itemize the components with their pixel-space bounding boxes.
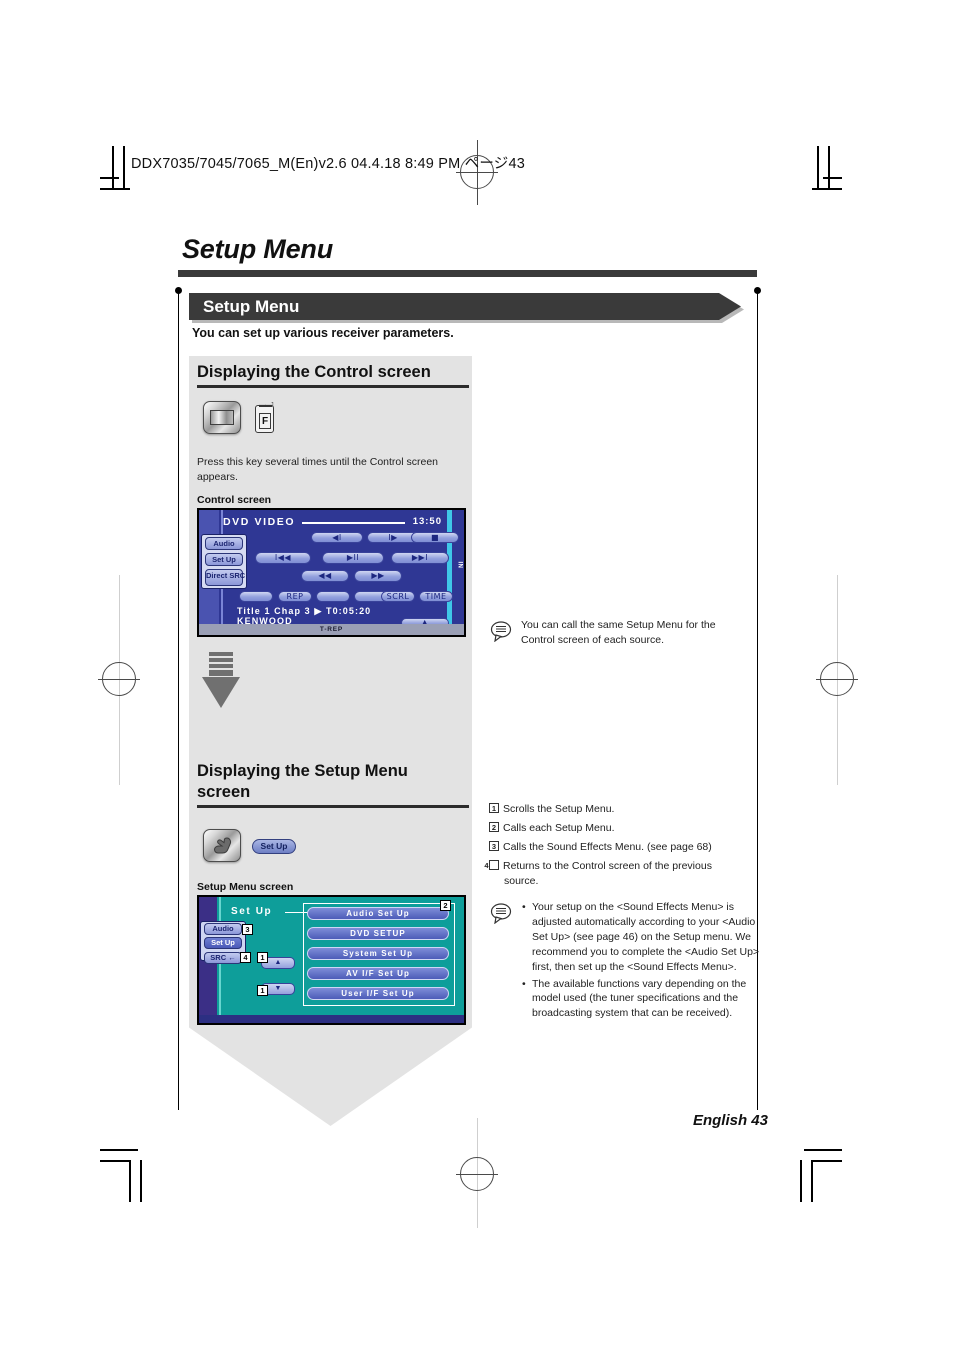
control-screen-clock: 13:50 (412, 516, 442, 527)
bullet-note-2: The available functions vary depending o… (522, 977, 762, 1022)
setup-btn-src-return[interactable]: SRC ← (204, 952, 242, 964)
control-btn-repeat[interactable]: REP (278, 591, 312, 602)
setup-btn-setup[interactable]: Set Up (204, 937, 242, 949)
setup-screen-caption: Setup Menu screen (197, 881, 294, 893)
numbered-note-4: 4 Returns to the Control screen of the pr… (484, 859, 742, 889)
callout-2: 2 (440, 900, 451, 911)
note-number-4: 4 (484, 860, 499, 870)
control-btn-audio[interactable]: Audio (205, 537, 243, 550)
control-screen-caption: Control screen (197, 494, 272, 506)
display-key-icon (203, 401, 241, 434)
note-number-1: 1 (489, 803, 499, 813)
control-screen-title-rule (302, 522, 405, 524)
note-bubble-icon-1 (490, 620, 514, 643)
crop-mark-bottom-right-h2 (812, 1160, 842, 1162)
section-divider-control (197, 385, 469, 388)
flow-down-arrow-icon (198, 652, 244, 714)
setup-screen-title: Set Up (231, 906, 273, 917)
section-heading-control-screen: Displaying the Control screen (197, 363, 431, 381)
crop-mark-top-left-h (100, 177, 119, 179)
crop-mark-bottom-right-v (811, 1160, 813, 1202)
control-btn-func-1[interactable] (239, 591, 273, 602)
callout-1-down: 1 (257, 985, 268, 996)
title-divider (178, 270, 757, 277)
crop-mark-top-right-v (828, 146, 830, 190)
crop-mark-bottom-right-v2 (800, 1160, 802, 1202)
control-screen-in-indicator: IN (456, 561, 463, 569)
control-screen-status-bar: T-REP (199, 624, 464, 635)
section-divider-setup (197, 805, 469, 808)
control-btn-scroll[interactable]: SCRL (381, 591, 415, 602)
crop-mark-top-left-v2 (123, 146, 125, 190)
crop-mark-top-right-v2 (817, 146, 819, 190)
crop-mark-top-left-v (112, 146, 114, 190)
note-number-3: 3 (489, 841, 499, 851)
registration-mark-bottom (460, 1157, 494, 1191)
control-btn-prev-track[interactable]: I◀◀ (255, 552, 311, 564)
crop-mark-bottom-left-h (100, 1149, 138, 1151)
bullet-note-1: Your setup on the <Sound Effects Menu> i… (522, 900, 762, 975)
pointing-hand-icon (212, 835, 234, 858)
crop-mark-top-left-h2 (100, 188, 130, 190)
remote-top-glyph: ▬▬˥ (259, 402, 274, 409)
control-btn-direct-src[interactable]: Direct SRC (205, 569, 245, 586)
control-screen-mockup: IN DVD VIDEO 13:50 Audio Set Up Direct S… (197, 508, 466, 637)
numbered-note-1: 1 Scrolls the Setup Menu. (489, 802, 739, 817)
note-bullet-list: Your setup on the <Sound Effects Menu> i… (521, 900, 762, 1023)
control-screen-right-rail (447, 510, 452, 635)
callout-4: 4 (240, 952, 251, 963)
setup-menu-item-av-if[interactable]: AV I/F Set Up (307, 967, 449, 980)
left-vertical-rule (177, 290, 179, 1110)
note-control-screen-text: You can call the same Setup Menu for the… (521, 619, 716, 646)
crop-mark-bottom-left-v (129, 1160, 131, 1202)
setup-menu-item-dvd[interactable]: DVD SETUP (307, 927, 449, 940)
registration-mark-left (102, 662, 136, 696)
numbered-note-2: 2 Calls each Setup Menu. (489, 821, 739, 836)
note-text-3: Calls the Sound Effects Menu. (see page … (503, 841, 712, 853)
display-key-screen-glyph (210, 410, 234, 425)
banner-subtitle: You can set up various receiver paramete… (192, 326, 454, 340)
setup-screen-mockup: Set Up Audio Set Up SRC ← ▲ ▼ Audio Set … (197, 895, 466, 1025)
control-btn-fast-forward[interactable]: ▶▶ (354, 570, 402, 582)
remote-f-label: F (259, 413, 271, 429)
numbered-note-3: 3 Calls the Sound Effects Menu. (see page… (489, 840, 749, 855)
control-btn-rewind[interactable]: ◀◀ (301, 570, 349, 582)
control-btn-func-3[interactable] (316, 591, 350, 602)
control-btn-time[interactable]: TIME (419, 591, 453, 602)
registration-mark-right (820, 662, 854, 696)
callout-1-up: 1 (257, 952, 268, 963)
crop-mark-bottom-left-h2 (100, 1160, 130, 1162)
setup-screen-bottom-bar (199, 1015, 464, 1023)
note-bubble-icon-2 (490, 902, 514, 925)
setup-menu-item-user-if[interactable]: User I/F Set Up (307, 987, 449, 1000)
crop-mark-top-right-h (823, 177, 842, 179)
banner-label: Setup Menu (203, 297, 300, 316)
note-text-4: Returns to the Control screen of the pre… (503, 860, 712, 887)
section-banner: Setup Menu (189, 293, 741, 320)
touch-key-icon (203, 829, 241, 862)
page-title: Setup Menu (182, 234, 333, 264)
section-heading-setup-menu-screen: Displaying the Setup Menu screen (197, 762, 408, 802)
control-screen-source-title: DVD VIDEO (223, 516, 296, 528)
control-btn-step-back[interactable]: ◀I (311, 532, 363, 543)
note-text-1: Scrolls the Setup Menu. (503, 803, 615, 815)
control-btn-next-track[interactable]: ▶▶I (391, 552, 449, 564)
remote-f-key-icon: ▬▬˥ F (255, 402, 274, 433)
control-btn-play-pause[interactable]: ▶II (322, 552, 384, 564)
control-btn-setup[interactable]: Set Up (205, 553, 243, 566)
control-screen-instruction: Press this key several times until the C… (197, 456, 439, 483)
page-footer: English 43 (692, 1112, 768, 1129)
note-text-2: Calls each Setup Menu. (503, 822, 615, 834)
crop-mark-bottom-right-h (804, 1149, 842, 1151)
setup-menu-item-audio[interactable]: Audio Set Up (307, 907, 449, 920)
setup-menu-item-system[interactable]: System Set Up (307, 947, 449, 960)
callout-3: 3 (242, 924, 253, 935)
print-header-text: DDX7035/7045/7065_M(En)v2.6 04.4.18 8:49… (131, 156, 525, 172)
setup-btn-audio[interactable]: Audio (204, 923, 242, 935)
note-number-2: 2 (489, 822, 499, 832)
crop-mark-bottom-left-v2 (140, 1160, 142, 1202)
control-btn-stop[interactable]: ■ (411, 532, 459, 543)
setup-button-pill[interactable]: Set Up (252, 839, 296, 854)
